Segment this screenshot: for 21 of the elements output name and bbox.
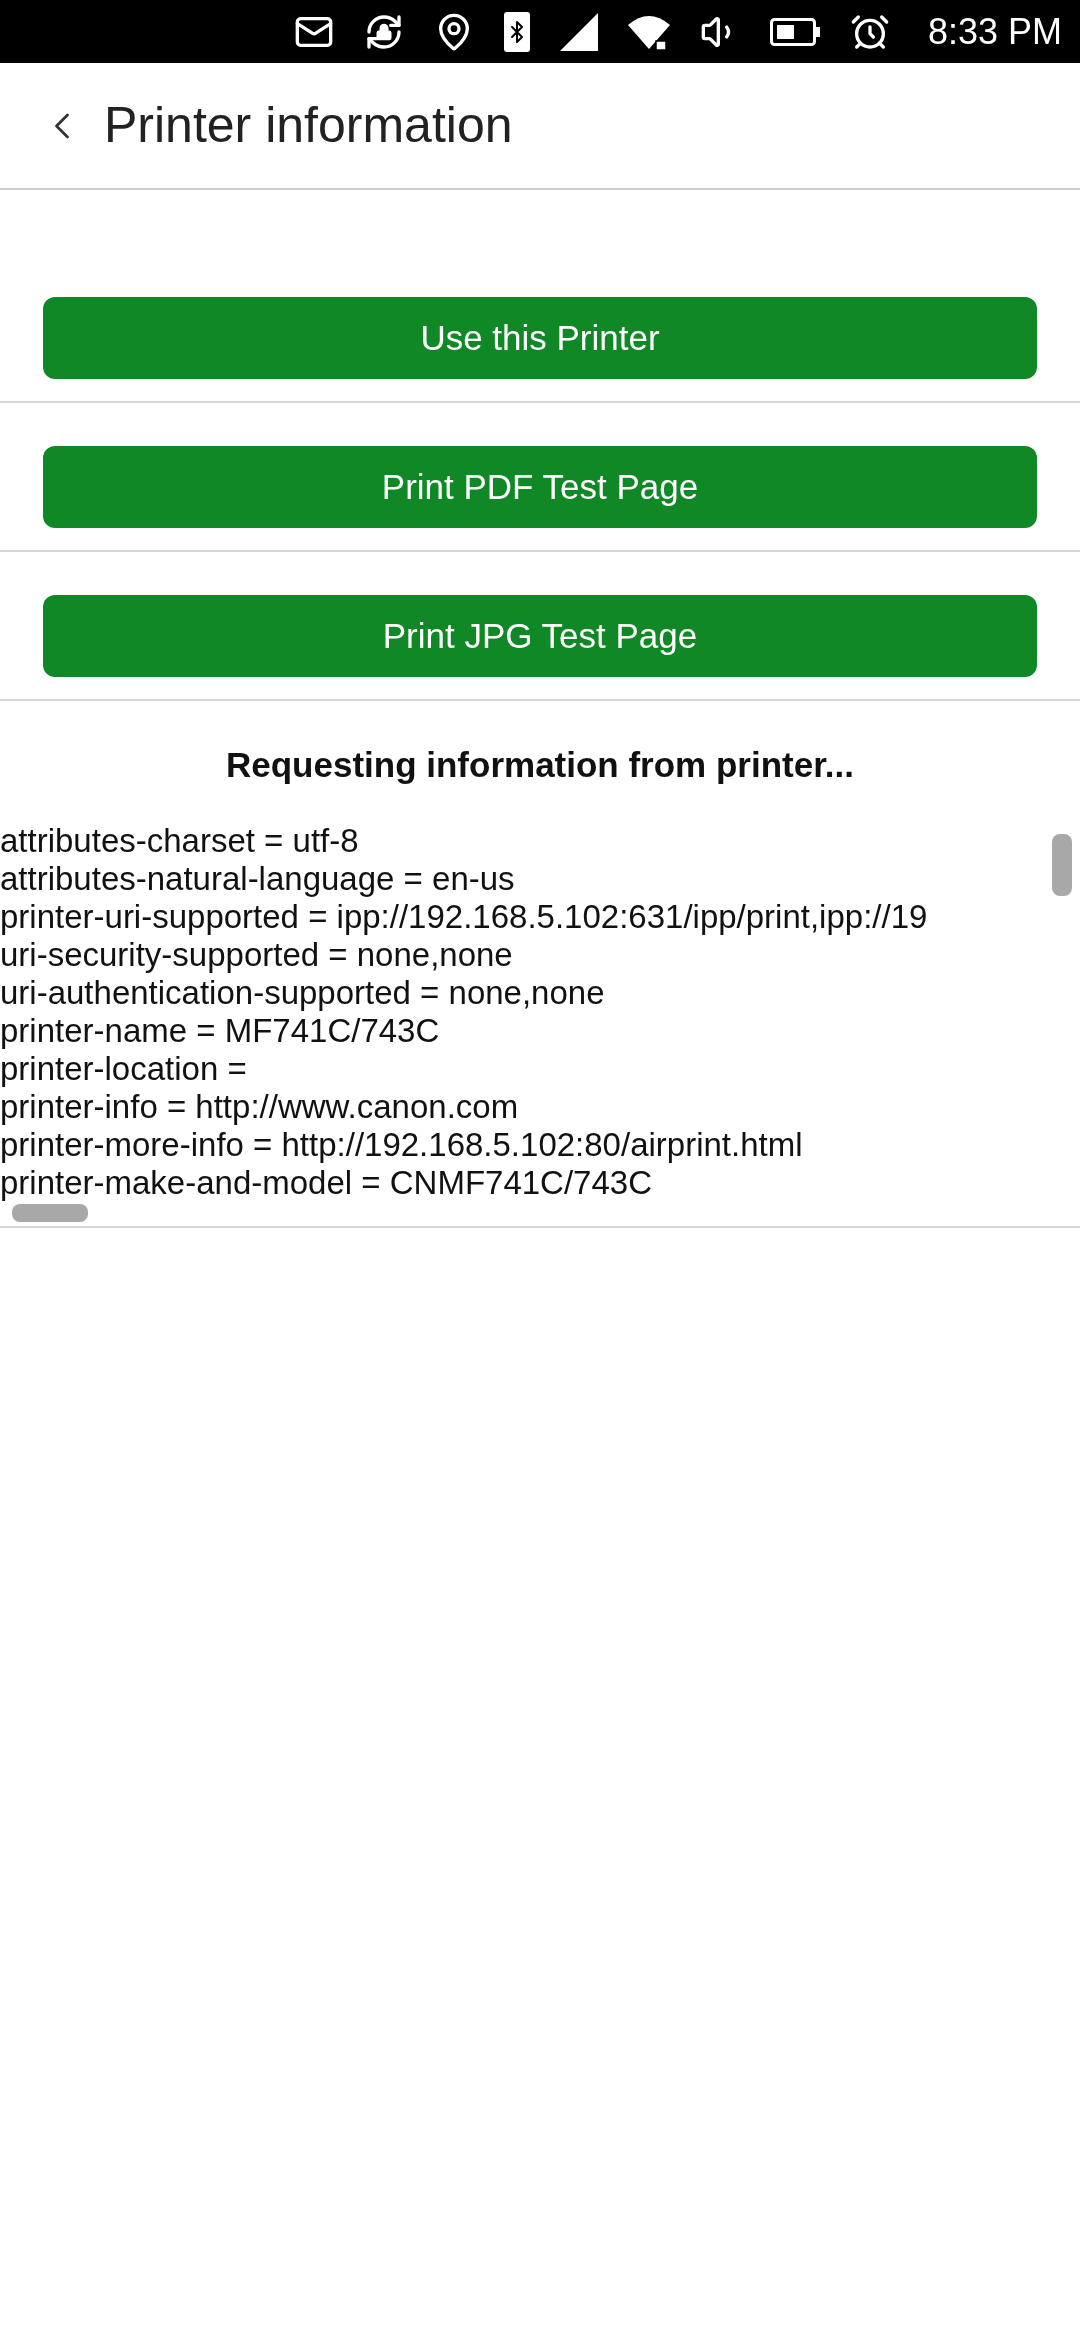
action-button[interactable]: Print JPG Test Page	[43, 595, 1037, 677]
info-line: uri-security-supported = none,none	[0, 935, 513, 974]
info-line: uri-authentication-supported = none,none	[0, 973, 605, 1012]
info-line: attributes-charset = utf-8	[0, 821, 359, 860]
status-time: 8:33 PM	[927, 9, 1062, 54]
status-message: Requesting information from printer...	[225, 744, 855, 786]
info-line: printer-info = http://www.canon.com	[0, 1087, 519, 1126]
battery-icon	[769, 17, 820, 46]
horizontal-scrollbar[interactable]	[12, 1203, 88, 1222]
info-line: printer-more-info = http://192.168.5.102:80/airprint.html	[0, 1125, 803, 1164]
info-line: printer-location =	[0, 1049, 247, 1088]
bluetooth-icon	[503, 11, 530, 52]
page-title: Printer information	[104, 96, 513, 155]
action-button[interactable]: Use this Printer	[43, 297, 1037, 379]
action-button[interactable]: Print PDF Test Page	[43, 446, 1037, 528]
info-line: attributes-natural-language = en-us	[0, 859, 515, 898]
info-line: printer-make-and-model = CNMF741C/743C	[0, 1163, 652, 1202]
signal-icon	[559, 12, 598, 51]
vertical-scrollbar[interactable]	[1052, 833, 1072, 896]
info-line: printer-name = MF741C/743C	[0, 1011, 440, 1050]
info-line: printer-uri-supported = ipp://192.168.5.102:631/ipp/print,ipp://19	[0, 897, 928, 936]
